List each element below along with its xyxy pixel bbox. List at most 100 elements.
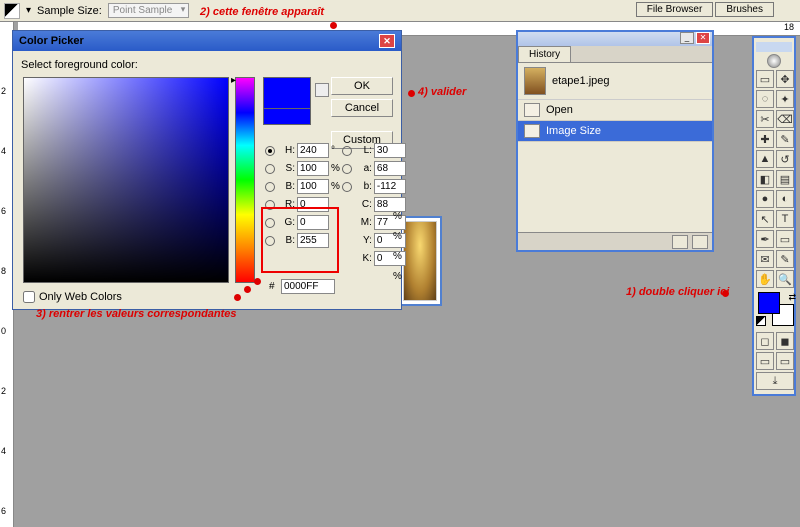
lasso-tool[interactable]: ◌ bbox=[756, 90, 774, 108]
color-picker-dialog: Color Picker ✕ Select foreground color: … bbox=[12, 30, 402, 310]
brushes-tab[interactable]: Brushes bbox=[715, 2, 774, 17]
radio-lab-b[interactable] bbox=[342, 182, 352, 192]
eyedropper-tool[interactable]: ✎ bbox=[776, 250, 794, 268]
brush-tool[interactable]: ✎ bbox=[776, 130, 794, 148]
radio-bb[interactable] bbox=[265, 236, 275, 246]
palette-well: File Browser Brushes bbox=[636, 2, 774, 17]
new-color-swatch[interactable] bbox=[263, 77, 311, 109]
ruler-tick-label: 2 bbox=[1, 86, 6, 96]
ok-button[interactable]: OK bbox=[331, 77, 393, 95]
annotation-dot bbox=[722, 290, 729, 297]
wand-tool[interactable]: ✦ bbox=[776, 90, 794, 108]
hand-tool[interactable]: ✋ bbox=[756, 270, 774, 288]
stamp-tool[interactable]: ▲ bbox=[756, 150, 774, 168]
select-color-label: Select foreground color: bbox=[21, 59, 393, 71]
adobe-online-icon[interactable] bbox=[767, 54, 781, 68]
cancel-button[interactable]: Cancel bbox=[331, 99, 393, 117]
eraser-tool[interactable]: ◧ bbox=[756, 170, 774, 188]
marquee-tool[interactable]: ▭ bbox=[756, 70, 774, 88]
jump-to-icon[interactable]: ⤓ bbox=[756, 372, 794, 390]
annotation-dot bbox=[330, 22, 337, 29]
hue-slider[interactable] bbox=[235, 77, 255, 283]
heal-tool[interactable]: ✚ bbox=[756, 130, 774, 148]
swap-colors-icon[interactable]: ⇄ bbox=[788, 292, 796, 303]
g-input[interactable] bbox=[297, 215, 329, 230]
ruler-tick-label: 6 bbox=[1, 206, 6, 216]
bb-input[interactable] bbox=[297, 233, 329, 248]
panel-titlebar[interactable]: _ ✕ bbox=[518, 32, 712, 46]
annotation-dot bbox=[408, 90, 415, 97]
history-tab[interactable]: History bbox=[518, 46, 571, 62]
close-icon[interactable]: ✕ bbox=[696, 32, 710, 44]
only-web-colors-checkbox[interactable] bbox=[23, 291, 35, 303]
history-panel: _ ✕ History etape1.jpeg Open Image Size bbox=[516, 30, 714, 252]
ruler-tick-label: 6 bbox=[1, 506, 6, 516]
radio-r[interactable] bbox=[265, 200, 275, 210]
type-tool[interactable]: T bbox=[776, 210, 794, 228]
blur-tool[interactable]: ● bbox=[756, 190, 774, 208]
history-brush-tool[interactable]: ↺ bbox=[776, 150, 794, 168]
radio-a[interactable] bbox=[342, 164, 352, 174]
annotation-dot bbox=[244, 286, 251, 293]
foreground-color-swatch[interactable] bbox=[758, 292, 780, 314]
gradient-tool[interactable]: ▤ bbox=[776, 170, 794, 188]
c-input[interactable] bbox=[374, 197, 406, 212]
l-input[interactable] bbox=[374, 143, 406, 158]
path-tool[interactable]: ↖ bbox=[756, 210, 774, 228]
hex-input[interactable] bbox=[281, 279, 335, 294]
crop-tool[interactable]: ✂ bbox=[756, 110, 774, 128]
screen-mode-1-icon[interactable]: ▭ bbox=[756, 352, 774, 370]
dodge-tool[interactable]: ◐ bbox=[776, 190, 794, 208]
toolbox-header[interactable] bbox=[756, 42, 792, 52]
annotation-1: 1) double cliquer ici bbox=[626, 286, 729, 298]
history-step-image-size[interactable]: Image Size bbox=[518, 121, 712, 142]
color-field[interactable] bbox=[23, 77, 229, 283]
snapshot-thumb-icon bbox=[524, 67, 546, 95]
new-snapshot-icon[interactable] bbox=[672, 235, 688, 249]
shape-tool[interactable]: ▭ bbox=[776, 230, 794, 248]
open-icon bbox=[524, 103, 540, 117]
hex-hash-label: # bbox=[269, 281, 275, 292]
a-input[interactable] bbox=[374, 161, 406, 176]
only-web-colors-label: Only Web Colors bbox=[39, 291, 122, 303]
radio-l[interactable] bbox=[342, 146, 352, 156]
radio-g[interactable] bbox=[265, 218, 275, 228]
current-color-swatch[interactable] bbox=[263, 109, 311, 125]
notes-tool[interactable]: ✉ bbox=[756, 250, 774, 268]
lab-b-input[interactable] bbox=[374, 179, 406, 194]
tool-grid: ▭✥ ◌✦ ✂⌫ ✚✎ ▲↺ ◧▤ ●◐ ↖T ✒▭ ✉✎ ✋🔍 bbox=[756, 70, 792, 288]
pen-tool[interactable]: ✒ bbox=[756, 230, 774, 248]
radio-s[interactable] bbox=[265, 164, 275, 174]
file-browser-tab[interactable]: File Browser bbox=[636, 2, 714, 17]
dialog-titlebar[interactable]: Color Picker ✕ bbox=[13, 31, 401, 51]
annotation-dot bbox=[254, 278, 261, 285]
screen-mode-2-icon[interactable]: ▭ bbox=[776, 352, 794, 370]
trash-icon[interactable] bbox=[692, 235, 708, 249]
tool-preset-icon[interactable] bbox=[4, 3, 20, 19]
h-input[interactable] bbox=[297, 143, 329, 158]
history-snapshot-row[interactable]: etape1.jpeg bbox=[518, 63, 712, 100]
move-tool[interactable]: ✥ bbox=[776, 70, 794, 88]
radio-b[interactable] bbox=[265, 182, 275, 192]
history-step-open[interactable]: Open bbox=[518, 100, 712, 121]
minimize-icon[interactable]: _ bbox=[680, 32, 694, 44]
close-icon[interactable]: ✕ bbox=[379, 34, 395, 48]
sample-size-select[interactable]: Point Sample bbox=[108, 3, 189, 18]
history-footer bbox=[518, 232, 712, 250]
r-input[interactable] bbox=[297, 197, 329, 212]
b-input[interactable] bbox=[297, 179, 329, 194]
history-empty-area bbox=[518, 142, 712, 232]
dialog-title: Color Picker bbox=[19, 35, 84, 47]
snapshot-label: etape1.jpeg bbox=[552, 75, 610, 87]
quickmask-on-icon[interactable]: ◼ bbox=[776, 332, 794, 350]
zoom-tool[interactable]: 🔍 bbox=[776, 270, 794, 288]
gamut-warning-icon[interactable] bbox=[315, 83, 329, 97]
quickmask-off-icon[interactable]: ◻ bbox=[756, 332, 774, 350]
annotation-2: 2) cette fenêtre apparaît bbox=[200, 6, 324, 18]
s-input[interactable] bbox=[297, 161, 329, 176]
default-colors-icon[interactable] bbox=[756, 316, 766, 326]
annotation-dot bbox=[234, 294, 241, 301]
annotation-4: 4) valider bbox=[418, 86, 466, 98]
radio-h[interactable] bbox=[265, 146, 275, 156]
slice-tool[interactable]: ⌫ bbox=[776, 110, 794, 128]
